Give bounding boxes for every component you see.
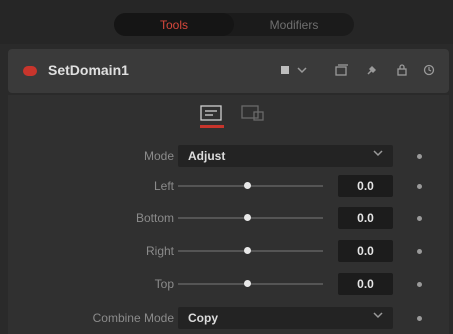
- keyframe-dot-icon[interactable]: [417, 184, 422, 189]
- node-name: SetDomain1: [48, 62, 129, 78]
- active-subtab-indicator: [200, 125, 224, 128]
- right-row: Right 0.0: [8, 240, 449, 264]
- combine-mode-value: Copy: [188, 311, 218, 325]
- pin-icon[interactable]: [363, 61, 381, 79]
- tab-bar: Tools Modifiers: [0, 0, 453, 44]
- combine-mode-dropdown[interactable]: Copy: [178, 307, 393, 329]
- reset-icon[interactable]: [420, 61, 438, 79]
- top-label: Top: [154, 277, 174, 291]
- keyframe-dot-icon[interactable]: [417, 154, 422, 159]
- dropdown-chevron-icon[interactable]: [293, 61, 311, 79]
- left-slider-handle[interactable]: [244, 182, 251, 189]
- left-label: Left: [153, 179, 174, 193]
- settings-tab-icon[interactable]: [240, 103, 266, 123]
- chevron-down-icon: [373, 310, 383, 323]
- tab-modifiers[interactable]: Modifiers: [234, 13, 354, 36]
- right-label: Right: [145, 244, 174, 258]
- top-slider-handle[interactable]: [244, 280, 251, 287]
- left-row: Left 0.0: [8, 175, 449, 199]
- node-header[interactable]: SetDomain1: [8, 49, 449, 93]
- mode-value: Adjust: [188, 149, 226, 163]
- node-enable-icon[interactable]: [23, 66, 37, 76]
- bottom-slider-handle[interactable]: [244, 214, 251, 221]
- bottom-label: Bottom: [135, 211, 174, 225]
- tab-tools[interactable]: Tools: [114, 13, 234, 36]
- keyframe-dot-icon[interactable]: [417, 282, 422, 287]
- mode-row: Mode Adjust: [8, 145, 449, 169]
- right-slider-handle[interactable]: [244, 247, 251, 254]
- controls-tab-icon[interactable]: [198, 103, 224, 123]
- keyframe-dot-icon[interactable]: [417, 249, 422, 254]
- mode-dropdown[interactable]: Adjust: [178, 145, 393, 167]
- versions-icon[interactable]: [333, 61, 351, 79]
- panel-subtabs: [8, 95, 449, 135]
- right-value-field[interactable]: 0.0: [338, 240, 393, 262]
- lock-icon[interactable]: [393, 61, 411, 79]
- bottom-value-field[interactable]: 0.0: [338, 207, 393, 229]
- mode-label: Mode: [143, 149, 174, 163]
- combine-mode-label: Combine Mode: [92, 311, 174, 325]
- top-row: Top 0.0: [8, 273, 449, 297]
- color-swatch-icon[interactable]: [276, 61, 294, 79]
- chevron-down-icon: [373, 148, 383, 161]
- inspector-tabs: Tools Modifiers: [114, 13, 354, 36]
- keyframe-dot-icon[interactable]: [417, 316, 422, 321]
- top-value-field[interactable]: 0.0: [338, 273, 393, 295]
- controls-panel: Mode Adjust Left 0.0 Bottom 0.0 Right 0.…: [8, 95, 449, 334]
- left-value-field[interactable]: 0.0: [338, 175, 393, 197]
- combine-mode-row: Combine Mode Copy: [8, 307, 449, 331]
- bottom-row: Bottom 0.0: [8, 207, 449, 231]
- keyframe-dot-icon[interactable]: [417, 216, 422, 221]
